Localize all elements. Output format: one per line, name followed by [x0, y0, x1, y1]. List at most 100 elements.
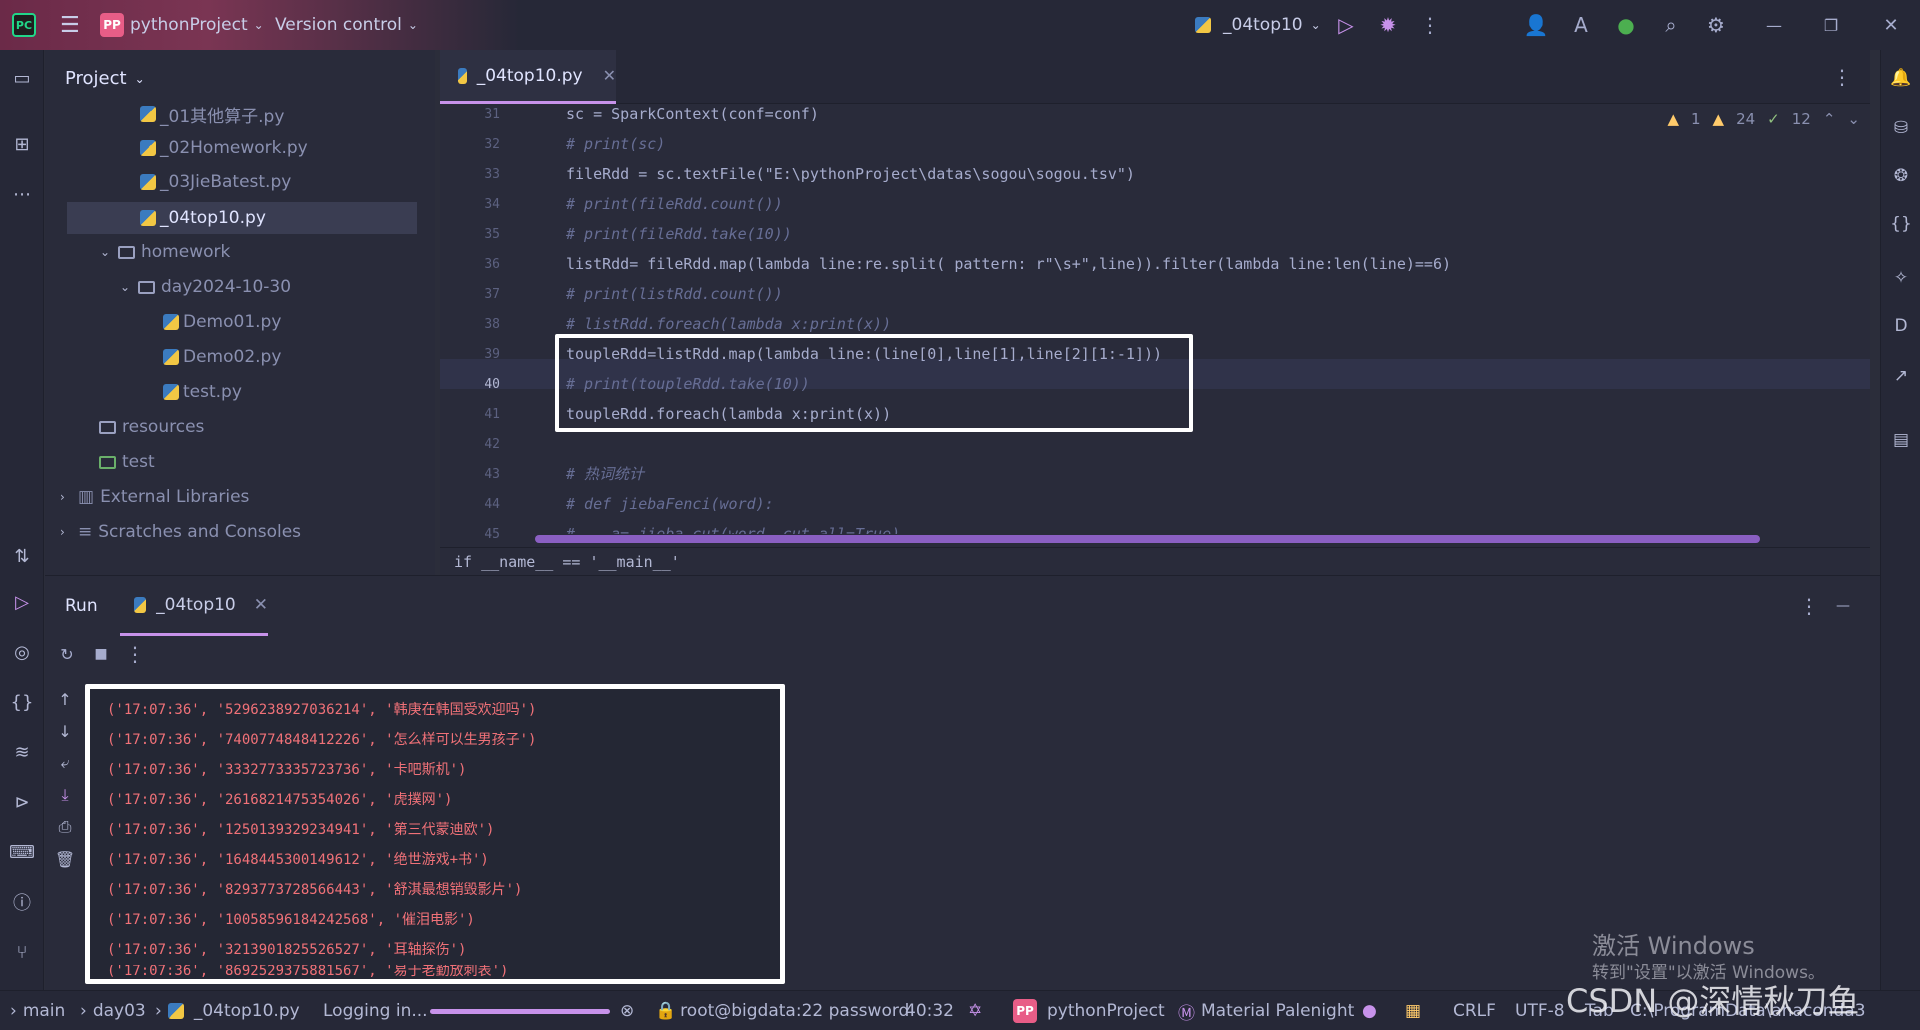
- tab-options-icon[interactable]: ⋮: [1826, 61, 1858, 93]
- close-tab-icon[interactable]: ✕: [254, 595, 268, 615]
- run-tool-icon[interactable]: ▷: [8, 588, 36, 616]
- more-icon[interactable]: ⋮: [1414, 9, 1446, 41]
- chevron-right-icon: ›: [80, 1001, 87, 1021]
- caret-position[interactable]: 40:32: [905, 991, 954, 1030]
- more-tools-icon[interactable]: ⋯: [8, 180, 36, 208]
- close-tab-icon[interactable]: ✕: [603, 66, 616, 85]
- project-panel-title: Project: [65, 68, 127, 89]
- tree-folder-day[interactable]: ⌄ day2024-10-30: [45, 271, 425, 303]
- chevron-right-icon: ›: [155, 1001, 162, 1021]
- chevron-down-icon[interactable]: ⌄: [100, 245, 114, 259]
- debug-icon[interactable]: ✹: [1372, 9, 1404, 41]
- output-line: ('17:07:36', '3332773335723736', '卡吧斯机'): [107, 762, 467, 778]
- play-services-icon[interactable]: ⊳: [8, 788, 36, 816]
- main-menu-icon[interactable]: ☰: [60, 0, 80, 50]
- run-icon[interactable]: ▷: [1330, 9, 1362, 41]
- chevron-down-icon[interactable]: ⌄: [1847, 110, 1860, 128]
- restore-icon[interactable]: ❐: [1815, 9, 1847, 41]
- d-plugin-icon[interactable]: D: [1887, 312, 1915, 340]
- breadcrumb-label: day03: [92, 1001, 146, 1021]
- chevron-right-icon[interactable]: ›: [60, 490, 74, 504]
- python-console-icon[interactable]: ◎: [8, 638, 36, 666]
- tree-folder-homework[interactable]: ⌄ homework: [45, 236, 425, 268]
- horizontal-scrollbar[interactable]: [535, 535, 1760, 543]
- settings-gear-icon[interactable]: ⚙: [1700, 9, 1732, 41]
- problems-icon[interactable]: ⓘ: [8, 888, 36, 916]
- run-options-icon[interactable]: ⋮: [1793, 590, 1825, 622]
- vcs-label: Version control: [275, 15, 402, 35]
- python-file-icon: [163, 314, 179, 330]
- console-output[interactable]: ('17:07:36', '5296238927036214', '韩庚在韩国受…: [45, 695, 1745, 985]
- tree-folder-resources[interactable]: resources: [45, 411, 425, 443]
- tree-item-label: External Libraries: [100, 487, 250, 507]
- tree-folder-test[interactable]: test: [45, 446, 425, 478]
- status-dot-icon[interactable]: ●: [1610, 9, 1642, 41]
- search-icon[interactable]: ⌕: [1655, 9, 1687, 41]
- output-line: ('17:07:36', '3213901825526527', '耳轴探伤'): [107, 942, 467, 958]
- tree-item[interactable]: _01其他算子.py: [45, 98, 425, 130]
- project-panel: Project ⌄ _01其他算子.py _02Homework.py _03J…: [45, 50, 435, 575]
- add-user-icon[interactable]: 👤: [1520, 9, 1552, 41]
- terminal-icon[interactable]: ⌨: [8, 838, 36, 866]
- project-switcher[interactable]: PP pythonProject ⌄: [100, 0, 264, 50]
- code-breadcrumb[interactable]: if __name__ == '__main__': [440, 547, 1870, 575]
- line-separator[interactable]: CRLF: [1453, 991, 1496, 1030]
- code-line: fileRdd = sc.textFile("E:\pythonProject\…: [566, 165, 1135, 183]
- tree-scratches[interactable]: › ≡ Scratches and Consoles: [45, 516, 425, 548]
- code-area[interactable]: sc = SparkContext(conf=conf) # print(sc)…: [566, 104, 1726, 534]
- breadcrumb-file[interactable]: › _04top10.py: [155, 991, 300, 1030]
- tree-item[interactable]: Demo01.py: [45, 306, 425, 338]
- tree-item-selected[interactable]: _04top10.py: [67, 202, 417, 234]
- aperture-icon[interactable]: ❂: [1887, 162, 1915, 190]
- line-number: 39: [484, 347, 500, 362]
- chevron-down-icon[interactable]: ⌄: [120, 280, 134, 294]
- folder-icon: [99, 420, 116, 434]
- code-line: # def jiebaFenci(word):: [566, 495, 774, 513]
- project-badge: PP: [1013, 999, 1037, 1023]
- git-icon[interactable]: ⑂: [8, 938, 36, 966]
- chevron-up-icon[interactable]: ⌃: [1823, 110, 1836, 128]
- structure-icon[interactable]: ⊞: [8, 130, 36, 158]
- layers-icon[interactable]: ≋: [8, 738, 36, 766]
- inspection-widget[interactable]: ▲ 1 ▲ 24 ✓ 12 ⌃ ⌄: [1667, 110, 1860, 128]
- theme-widget[interactable]: Ⓜ Material Palenight: [1178, 991, 1354, 1030]
- tree-external-libraries[interactable]: › ▥ External Libraries: [45, 481, 425, 513]
- ssh-connection[interactable]: 🔒 root@bigdata:22 password: [655, 991, 909, 1030]
- windows-logo-icon[interactable]: ▦: [1405, 991, 1421, 1030]
- chart-icon[interactable]: ↗: [1887, 362, 1915, 390]
- close-icon[interactable]: ✕: [1875, 9, 1907, 41]
- document-icon[interactable]: ▤: [1887, 426, 1915, 454]
- database-icon[interactable]: ⛁: [1887, 114, 1915, 142]
- minimize-icon[interactable]: —: [1758, 9, 1790, 41]
- run-more-icon[interactable]: ⋮: [119, 638, 151, 670]
- tree-item[interactable]: _03JieBatest.py: [45, 166, 425, 198]
- stop-icon[interactable]: ■: [85, 638, 117, 670]
- cancel-progress-icon[interactable]: ⊗: [620, 991, 634, 1030]
- pycharm-logo-icon[interactable]: PC: [12, 0, 36, 50]
- breadcrumb-day03[interactable]: › day03: [80, 991, 146, 1030]
- commit-icon[interactable]: ⇅: [8, 542, 36, 570]
- translate-icon[interactable]: A: [1565, 9, 1597, 41]
- tree-item[interactable]: test.py: [45, 376, 425, 408]
- project-folder-icon[interactable]: ▭: [8, 64, 36, 92]
- editor-tab-active[interactable]: _04top10.py ✕: [440, 50, 616, 104]
- tree-item[interactable]: Demo02.py: [45, 341, 425, 373]
- braces-icon[interactable]: {}: [1887, 210, 1915, 238]
- services-icon[interactable]: {}: [8, 688, 36, 716]
- notifications-icon[interactable]: 🔔: [1887, 64, 1915, 92]
- file-encoding[interactable]: UTF-8: [1515, 991, 1565, 1030]
- ai-star-icon[interactable]: ✡: [968, 991, 982, 1030]
- branch-widget[interactable]: › main: [10, 991, 65, 1030]
- ai-assistant-icon[interactable]: ✧: [1887, 264, 1915, 292]
- vcs-menu[interactable]: Version control ⌄: [275, 0, 418, 50]
- hide-panel-icon[interactable]: —: [1827, 590, 1859, 622]
- project-panel-header[interactable]: Project ⌄: [65, 68, 145, 89]
- python-file-icon: [163, 349, 179, 365]
- chevron-down-icon: ⌄: [253, 18, 264, 32]
- chevron-right-icon[interactable]: ›: [60, 525, 74, 539]
- run-tab[interactable]: _04top10 ✕: [120, 576, 268, 636]
- project-interpreter-widget[interactable]: PP pythonProject: [1013, 991, 1165, 1030]
- tree-item[interactable]: _02Homework.py: [45, 132, 425, 164]
- theme-color-icon[interactable]: ●: [1362, 991, 1377, 1030]
- run-config-selector[interactable]: _04top10 ⌄: [1195, 0, 1321, 50]
